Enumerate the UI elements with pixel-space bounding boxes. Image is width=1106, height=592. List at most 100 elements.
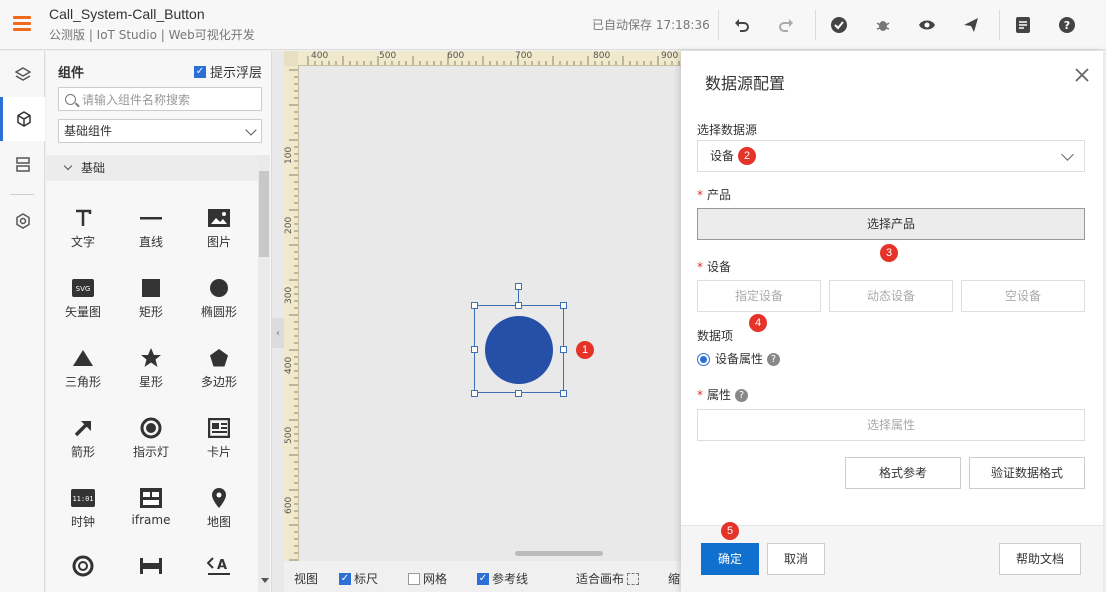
dynamic-device-button[interactable]: 动态设备 xyxy=(829,280,953,312)
component-clock[interactable]: 11:01 时钟 xyxy=(49,483,117,545)
specified-device-button[interactable]: 指定设备 xyxy=(697,280,821,312)
product-label-text: 产品 xyxy=(707,188,732,202)
ruler-horizontal: 400 500 600 700 800 900 xyxy=(298,51,682,66)
verify-format-button[interactable]: 验证数据格式 xyxy=(969,457,1085,489)
confirm-button[interactable]: 确定 xyxy=(701,543,759,575)
hexagon-gear-icon xyxy=(15,213,30,229)
resize-handle-e[interactable] xyxy=(560,346,567,353)
scroll-down-arrow-icon[interactable] xyxy=(261,578,269,583)
fit-canvas-button[interactable]: 适合画布 xyxy=(576,570,640,587)
card-icon xyxy=(208,418,230,438)
eye-icon xyxy=(919,20,935,30)
help-button[interactable]: ? xyxy=(1052,10,1082,40)
data-source-drawer: 数据源配置 选择数据源 设备 2 * 产品 选择产品 3 * 设备 指定设备 动态设… xyxy=(681,51,1103,592)
line-icon xyxy=(140,217,162,220)
format-reference-button[interactable]: 格式参考 xyxy=(845,457,961,489)
rail-settings[interactable] xyxy=(0,199,45,243)
component-ellipse[interactable]: 椭圆形 xyxy=(185,273,253,335)
publish-button[interactable] xyxy=(956,10,986,40)
component-line[interactable]: 直线 xyxy=(117,203,185,265)
cancel-button[interactable]: 取消 xyxy=(767,543,825,575)
guide-toggle[interactable]: ✓ 参考线 xyxy=(477,570,528,587)
select-attribute-button[interactable]: 选择属性 xyxy=(697,409,1085,441)
component-indicator[interactable]: 指示灯 xyxy=(117,413,185,475)
component-star[interactable]: 星形 xyxy=(117,343,185,405)
svg-text:?: ? xyxy=(1064,19,1070,32)
panel-scrollbar[interactable] xyxy=(258,155,270,592)
search-icon xyxy=(65,93,76,105)
ruler-label: 400 xyxy=(311,51,329,61)
preview-button[interactable] xyxy=(912,10,942,40)
resize-handle-sw[interactable] xyxy=(471,390,478,397)
device-property-radio[interactable]: 设备属性? xyxy=(697,350,781,367)
select-product-button[interactable]: 选择产品 xyxy=(697,208,1085,240)
polygon-icon xyxy=(210,349,228,367)
component-triangle[interactable]: 三角形 xyxy=(49,343,117,405)
canvas-horizontal-scrollbar[interactable] xyxy=(515,551,603,556)
component-card[interactable]: 卡片 xyxy=(185,413,253,475)
toolbar-divider xyxy=(815,10,816,40)
grid-toggle[interactable]: 网格 xyxy=(408,570,447,587)
debug-button[interactable] xyxy=(868,10,898,40)
collapse-panel-button[interactable]: ‹ xyxy=(272,318,284,348)
resize-handle-s[interactable] xyxy=(515,390,522,397)
component-label: 指示灯 xyxy=(132,445,169,459)
rotate-handle[interactable] xyxy=(515,283,522,290)
help-icon[interactable]: ? xyxy=(735,389,749,402)
group-header-basic[interactable]: 基础 xyxy=(46,155,258,181)
triangle-icon xyxy=(73,350,93,366)
top-bar: Call_System-Call_Button 公测版 | IoT Studio… xyxy=(0,0,1106,50)
grid-toggle-label: 网格 xyxy=(423,572,448,586)
ruler-toggle[interactable]: ✓ 标尺 xyxy=(339,570,378,587)
component-more-1[interactable] xyxy=(49,551,117,587)
check-circle-icon xyxy=(831,17,847,33)
check-button[interactable] xyxy=(824,10,854,40)
component-svg[interactable]: SVG 矢量图 xyxy=(49,273,117,335)
help-icon[interactable]: ? xyxy=(767,353,781,366)
component-search-input[interactable]: 请输入组件名称搜索 xyxy=(58,87,262,111)
component-more-3[interactable]: A xyxy=(185,551,253,587)
step-badge-3: 3 xyxy=(880,244,898,262)
docs-button[interactable] xyxy=(1008,10,1038,40)
component-text[interactable]: 文字 xyxy=(49,203,117,265)
component-rectangle[interactable]: 矩形 xyxy=(117,273,185,335)
resize-handle-n[interactable] xyxy=(515,302,522,309)
checkbox-icon: ✓ xyxy=(477,572,489,585)
component-label: 矩形 xyxy=(138,305,163,319)
canvas-circle-component[interactable] xyxy=(485,316,553,384)
ruler-label: 500 xyxy=(284,426,294,444)
arrow-icon xyxy=(74,421,91,437)
resize-handle-se[interactable] xyxy=(560,390,567,397)
component-map[interactable]: 地图 xyxy=(185,483,253,545)
component-label: 卡片 xyxy=(206,445,231,459)
redo-button[interactable] xyxy=(771,10,801,40)
chevron-left-icon: ‹ xyxy=(276,327,280,339)
menu-icon[interactable] xyxy=(13,16,31,32)
data-source-value: 设备 xyxy=(710,149,735,163)
close-button[interactable] xyxy=(1075,63,1089,87)
rail-pages[interactable] xyxy=(0,143,45,187)
drawer-footer: 确定 取消 帮助文档 5 xyxy=(681,522,1103,592)
resize-handle-nw[interactable] xyxy=(471,302,478,309)
component-polygon[interactable]: 多边形 xyxy=(185,343,253,405)
component-iframe[interactable]: iframe xyxy=(117,483,185,545)
ruler-vertical: 100 200 300 400 500 600 xyxy=(284,66,299,561)
help-doc-button[interactable]: 帮助文档 xyxy=(999,543,1081,575)
component-arrow[interactable]: 箭形 xyxy=(49,413,117,475)
rail-layers[interactable] xyxy=(0,53,45,97)
resize-handle-ne[interactable] xyxy=(560,302,567,309)
resize-handle-w[interactable] xyxy=(471,346,478,353)
ruler-corner xyxy=(284,51,298,66)
category-select[interactable]: 基础组件 xyxy=(58,119,262,143)
pages-icon xyxy=(15,157,30,172)
component-label: 直线 xyxy=(138,235,163,249)
tooltip-toggle[interactable]: ✓ 提示浮层 xyxy=(194,62,262,81)
scrollbar-thumb[interactable] xyxy=(259,171,269,257)
rail-components[interactable] xyxy=(0,97,45,141)
redo-icon xyxy=(779,19,793,32)
empty-device-button[interactable]: 空设备 xyxy=(961,280,1085,312)
required-mark: * xyxy=(697,388,703,402)
component-image[interactable]: 图片 xyxy=(185,203,253,265)
component-more-2[interactable] xyxy=(117,551,185,587)
undo-button[interactable] xyxy=(727,10,757,40)
